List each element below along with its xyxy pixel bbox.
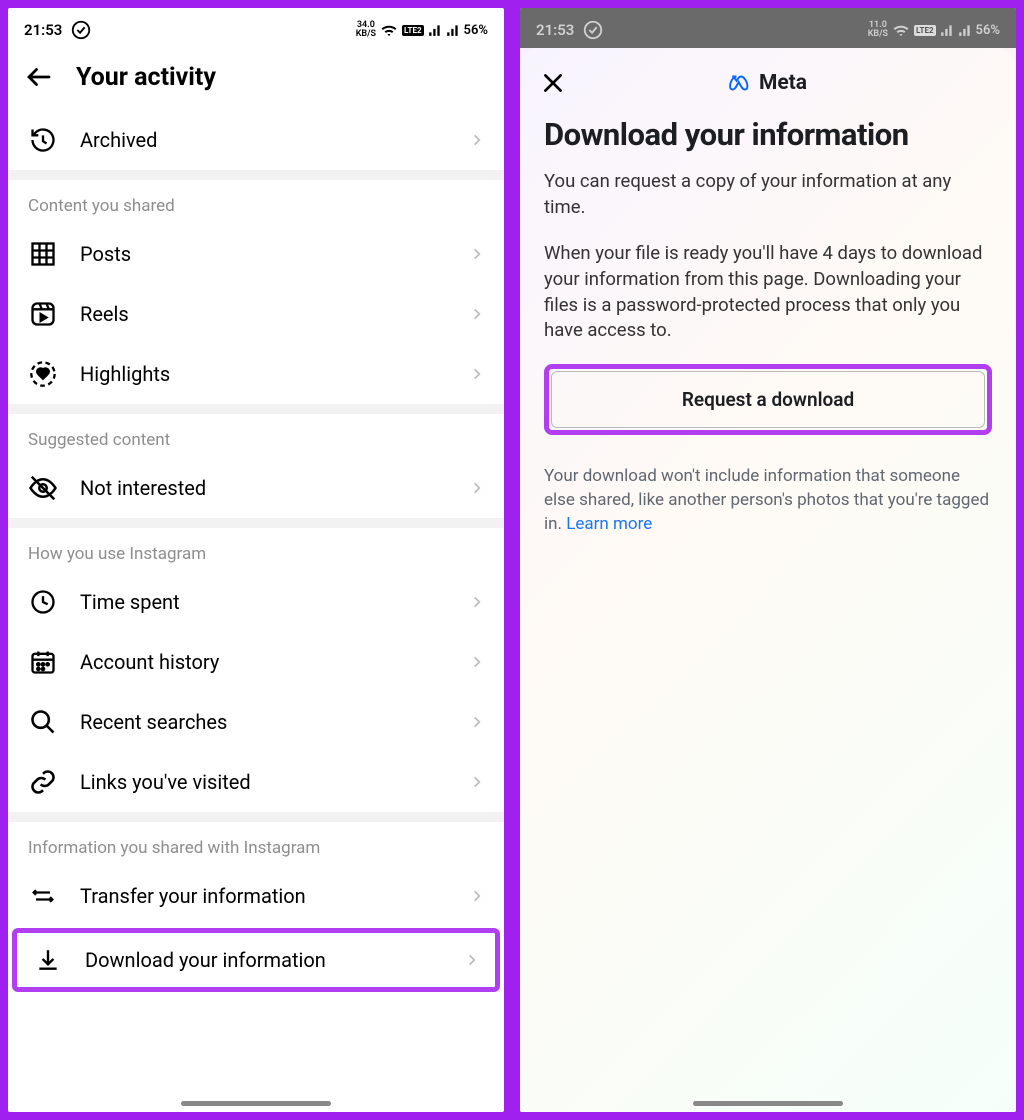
status-time: 21:53 xyxy=(536,21,574,39)
section-separator xyxy=(8,812,504,822)
sheet-paragraph-1: You can request a copy of your informati… xyxy=(544,169,992,221)
status-battery: 56% xyxy=(976,23,1000,38)
item-reels[interactable]: Reels xyxy=(8,284,504,344)
learn-more-link[interactable]: Learn more xyxy=(566,514,652,534)
item-not-interested[interactable]: Not interested xyxy=(8,458,504,518)
item-highlights[interactable]: Highlights xyxy=(8,344,504,404)
status-bar: 21:53 34.0KB/S LTE2 56% xyxy=(8,8,504,48)
page-title: Your activity xyxy=(76,63,216,92)
chevron-right-icon xyxy=(470,595,484,609)
chevron-right-icon xyxy=(470,133,484,147)
signal-icon xyxy=(446,23,460,37)
status-bar: 21:53 11.0KB/S LTE2 56% xyxy=(520,8,1016,48)
item-account-history[interactable]: Account history xyxy=(8,632,504,692)
item-label: Reels xyxy=(80,302,448,326)
section-info-shared: Information you shared with Instagram xyxy=(8,822,504,866)
page-header: Your activity xyxy=(8,48,504,110)
status-battery: 56% xyxy=(464,23,488,38)
calendar-icon xyxy=(29,648,57,676)
section-usage: How you use Instagram xyxy=(8,528,504,572)
nav-indicator xyxy=(693,1101,843,1106)
meta-logo-icon xyxy=(729,70,755,96)
bottom-sheet: Meta Download your information You can r… xyxy=(520,48,1016,1112)
item-label: Download your information xyxy=(85,948,443,972)
section-content-shared: Content you shared xyxy=(8,180,504,224)
search-icon xyxy=(29,708,57,736)
chevron-right-icon xyxy=(470,889,484,903)
status-data-rate: 34.0KB/S xyxy=(356,21,376,39)
signal-icon xyxy=(940,23,954,37)
link-icon xyxy=(29,768,57,796)
lte-badge-icon: LTE2 xyxy=(914,25,936,36)
transfer-arrows-icon xyxy=(29,882,57,910)
phone-screen-download-info: 21:53 11.0KB/S LTE2 56% Meta Download yo… xyxy=(516,4,1020,1116)
checkmark-circle-icon xyxy=(70,19,92,41)
chevron-right-icon xyxy=(470,247,484,261)
brand-text: Meta xyxy=(759,71,807,95)
item-label: Account history xyxy=(80,650,448,674)
section-separator xyxy=(8,404,504,414)
phone-screen-your-activity: 21:53 34.0KB/S LTE2 56% Your activity Ar… xyxy=(4,4,508,1116)
item-posts[interactable]: Posts xyxy=(8,224,504,284)
request-download-highlight: Request a download xyxy=(544,364,992,435)
chevron-right-icon xyxy=(470,715,484,729)
clock-icon xyxy=(29,588,57,616)
section-separator xyxy=(8,518,504,528)
item-label: Time spent xyxy=(80,590,448,614)
checkmark-circle-icon xyxy=(582,19,604,41)
chevron-right-icon xyxy=(470,367,484,381)
close-icon[interactable] xyxy=(540,70,566,96)
eye-off-icon xyxy=(28,473,58,503)
item-label: Transfer your information xyxy=(80,884,448,908)
sheet-note: Your download won't include information … xyxy=(544,465,992,536)
signal-icon xyxy=(428,23,442,37)
item-recent-searches[interactable]: Recent searches xyxy=(8,692,504,752)
grid-icon xyxy=(29,240,57,268)
chevron-right-icon xyxy=(470,307,484,321)
highlights-icon xyxy=(29,360,57,388)
item-label: Highlights xyxy=(80,362,448,386)
wifi-icon xyxy=(892,21,910,39)
sheet-title: Download your information xyxy=(544,116,992,153)
chevron-right-icon xyxy=(470,655,484,669)
chevron-right-icon xyxy=(470,481,484,495)
signal-icon xyxy=(958,23,972,37)
item-label: Links you've visited xyxy=(80,770,448,794)
wifi-icon xyxy=(380,21,398,39)
nav-indicator xyxy=(181,1101,331,1106)
chevron-right-icon xyxy=(470,775,484,789)
sheet-header: Meta xyxy=(520,48,1016,106)
download-icon xyxy=(35,947,61,973)
meta-brand: Meta xyxy=(729,70,807,96)
item-label: Posts xyxy=(80,242,448,266)
section-suggested: Suggested content xyxy=(8,414,504,458)
item-time-spent[interactable]: Time spent xyxy=(8,572,504,632)
item-archived[interactable]: Archived xyxy=(8,110,504,170)
item-label: Not interested xyxy=(80,476,448,500)
back-arrow-icon[interactable] xyxy=(24,62,54,92)
status-data-rate: 11.0KB/S xyxy=(868,21,888,39)
history-icon xyxy=(29,126,57,154)
item-transfer-info[interactable]: Transfer your information xyxy=(8,866,504,926)
item-label: Recent searches xyxy=(80,710,448,734)
item-download-info[interactable]: Download your information xyxy=(12,928,500,992)
lte-badge-icon: LTE2 xyxy=(402,25,424,36)
item-label: Archived xyxy=(80,128,448,152)
reels-icon xyxy=(29,300,57,328)
item-links-visited[interactable]: Links you've visited xyxy=(8,752,504,812)
chevron-right-icon xyxy=(465,953,479,967)
section-separator xyxy=(8,170,504,180)
sheet-paragraph-2: When your file is ready you'll have 4 da… xyxy=(544,241,992,345)
request-download-button[interactable]: Request a download xyxy=(551,371,985,428)
status-time: 21:53 xyxy=(24,21,62,39)
